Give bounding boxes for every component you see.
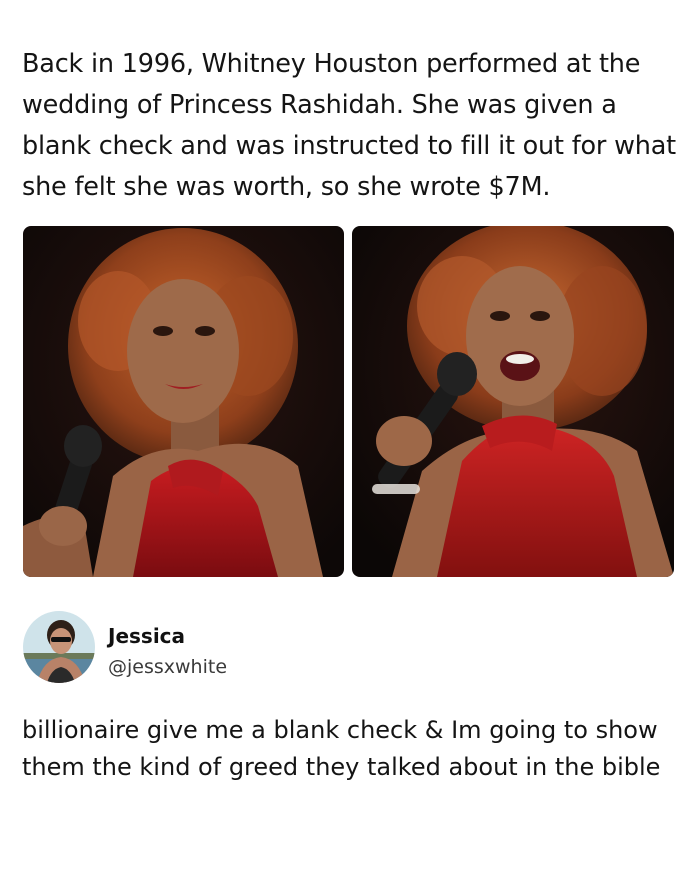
avatar[interactable]: [23, 611, 95, 683]
singer-photo-icon: [352, 226, 674, 577]
user-handle[interactable]: @jessxwhite: [108, 656, 227, 678]
performer-photo-left: [23, 226, 344, 577]
performer-photo-right: [352, 226, 674, 577]
tweet-text: billionaire give me a blank check & Im g…: [22, 716, 661, 781]
display-name[interactable]: Jessica: [108, 624, 185, 648]
post-headline: Back in 1996, Whitney Houston performed …: [22, 49, 676, 202]
singer-photo-icon: [23, 226, 344, 577]
avatar-icon: [23, 611, 95, 683]
